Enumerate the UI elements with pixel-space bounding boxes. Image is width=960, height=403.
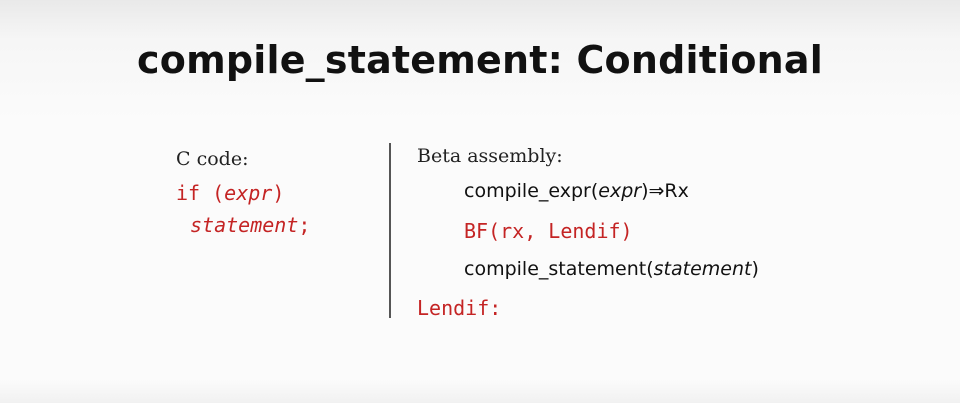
- c-semicolon: ;: [298, 213, 311, 237]
- beta-compile-statement-pre: compile_statement(: [464, 258, 654, 280]
- beta-lendif-label: Lendif:: [417, 296, 502, 320]
- beta-compile-expr-line: compile_expr(expr)⇒Rx: [464, 180, 689, 202]
- column-divider: [389, 143, 391, 318]
- c-code-statement-line: statement;: [190, 213, 310, 237]
- c-if-close-paren: ): [272, 181, 285, 205]
- slide-title: compile_statement: Conditional: [137, 38, 823, 82]
- beta-bf-instruction: BF(rx, Lendif): [464, 219, 633, 243]
- beta-compile-expr-pre: compile_expr(: [464, 180, 599, 202]
- c-statement-placeholder: statement: [190, 213, 299, 237]
- beta-compile-statement-line: compile_statement(statement): [464, 258, 759, 280]
- beta-statement-placeholder: statement: [653, 258, 752, 280]
- beta-expr-placeholder: expr: [598, 180, 642, 202]
- c-code-if-line: if (expr): [176, 181, 284, 205]
- beta-compile-statement-post: ): [751, 258, 759, 280]
- beta-compile-expr-post: )⇒Rx: [641, 180, 689, 202]
- c-code-label: C code:: [176, 148, 249, 170]
- c-expr-placeholder: expr: [224, 181, 273, 205]
- c-if-keyword: if (: [176, 181, 225, 205]
- beta-assembly-label: Beta assembly:: [417, 145, 563, 167]
